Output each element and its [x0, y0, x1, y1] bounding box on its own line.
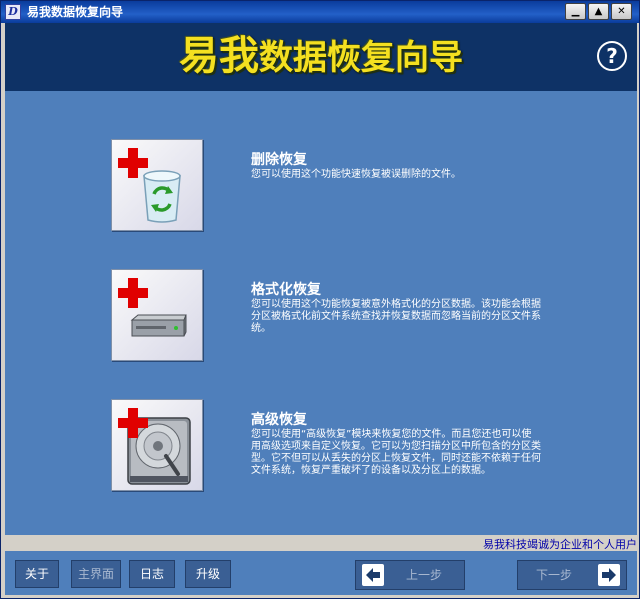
next-step-button[interactable]: 下一步 [517, 560, 627, 590]
banner-title: 易我数据恢复向导 [5, 23, 637, 91]
prev-step-button[interactable]: 上一步 [355, 560, 465, 590]
close-icon: ✕ [617, 6, 626, 17]
drive-icon [130, 314, 187, 337]
banner: 易我数据恢复向导 ? [5, 23, 637, 91]
restore-icon: ▲ [594, 6, 603, 17]
bottom-toolbar: 关于 主界面 日志 升级 上一步 下一步 [5, 551, 637, 595]
title-bar[interactable]: D 易我数据恢复向导 ▁ ▲ ✕ [1, 1, 639, 23]
recycle-bin-icon [143, 170, 181, 223]
advanced-recovery-tile[interactable] [111, 399, 203, 491]
main-panel: 删除恢复 您可以使用这个功能快速恢复被误删除的文件。 格式化恢复 您可以使用这个… [5, 91, 637, 535]
window-title: 易我数据恢复向导 [27, 5, 124, 19]
status-text: 易我科技竭诚为企业和个人用户 [483, 538, 637, 551]
option-description: 您可以使用“高级恢复”模块来恢复您的文件。而且您还也可以使用高级选项来自定义恢复… [251, 429, 541, 476]
option-title[interactable]: 格式化恢复 [251, 279, 321, 299]
option-title[interactable]: 删除恢复 [251, 149, 307, 169]
log-button[interactable]: 日志 [129, 560, 175, 588]
add-icon [118, 278, 148, 308]
next-step-label: 下一步 [536, 568, 573, 582]
about-button[interactable]: 关于 [15, 560, 59, 588]
close-button[interactable]: ✕ [611, 3, 632, 20]
main-screen-button[interactable]: 主界面 [71, 560, 121, 588]
arrow-left-icon [362, 564, 384, 586]
option-description: 您可以使用这个功能快速恢复被误删除的文件。 [251, 169, 461, 180]
app-icon: D [5, 4, 21, 20]
minimize-button[interactable]: ▁ [565, 3, 586, 20]
option-description: 您可以使用这个功能恢复被意外格式化的分区数据。该功能会根据分区被格式化前文件系统… [251, 299, 541, 334]
banner-title-brand: 易我 [179, 32, 259, 79]
arrow-right-icon [598, 564, 620, 586]
delete-recovery-tile[interactable] [111, 139, 203, 231]
format-recovery-tile[interactable] [111, 269, 203, 361]
restore-button[interactable]: ▲ [588, 3, 609, 20]
help-icon[interactable]: ? [597, 41, 627, 71]
option-title[interactable]: 高级恢复 [251, 409, 307, 429]
app-window: D 易我数据恢复向导 ▁ ▲ ✕ 易我数据恢复向导 ? 删除恢复 您可以使用这个… [0, 0, 640, 599]
banner-title-product: 数据恢复向导 [259, 38, 463, 78]
status-bar: 易我科技竭诚为企业和个人用户 [5, 535, 637, 551]
prev-step-label: 上一步 [406, 568, 443, 582]
upgrade-button[interactable]: 升级 [185, 560, 231, 588]
add-icon [118, 408, 148, 438]
minimize-icon: ▁ [571, 6, 580, 17]
